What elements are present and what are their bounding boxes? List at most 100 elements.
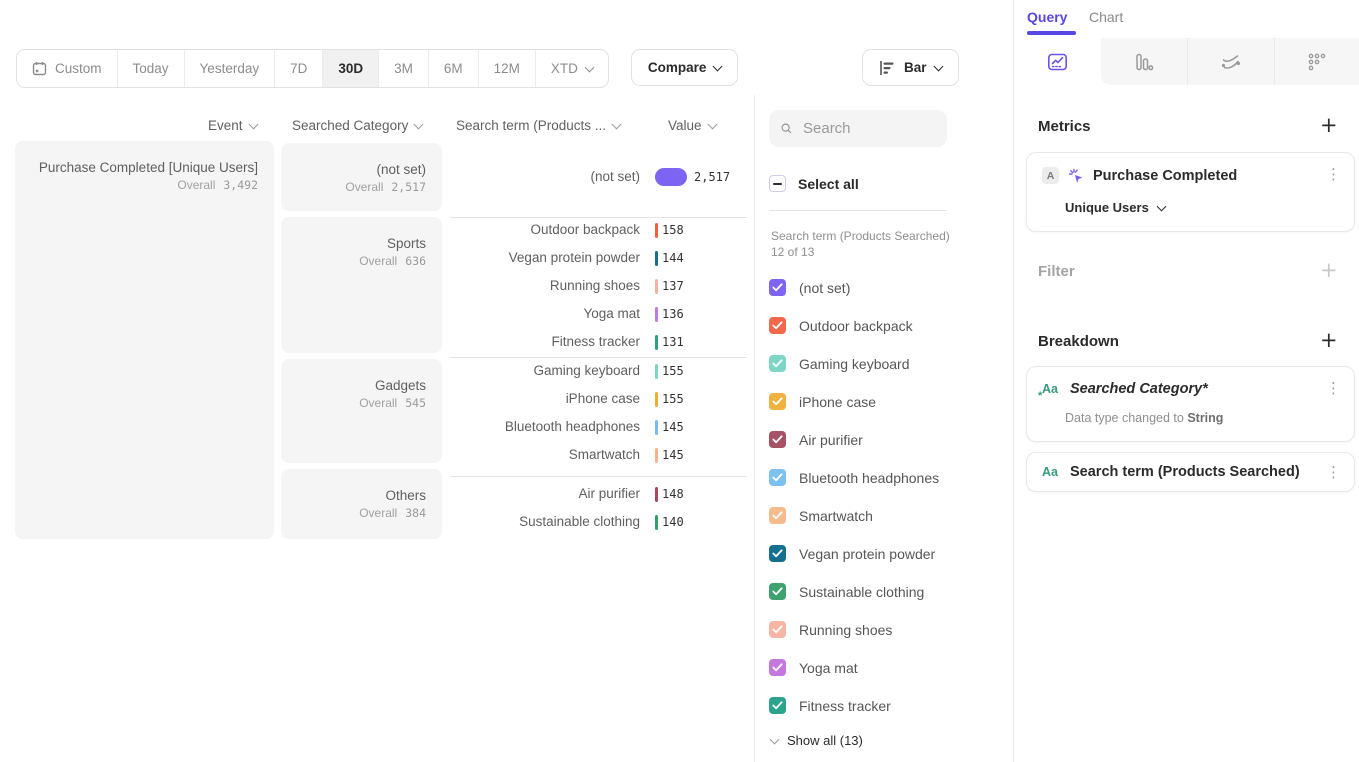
add-breakdown-button[interactable]: +: [1320, 330, 1338, 350]
legend-item-vegan-protein-powder[interactable]: Vegan protein powder: [769, 545, 935, 562]
table-row[interactable]: Yoga mat 136: [450, 300, 750, 328]
search-input[interactable]: [801, 119, 935, 138]
legend-item-yoga-mat[interactable]: Yoga mat: [769, 659, 858, 676]
value-text: 145: [662, 420, 684, 434]
metric-options-menu[interactable]: ⋮: [1326, 165, 1341, 183]
date-range-6m[interactable]: 6M: [429, 50, 479, 87]
legend-item--not-set-[interactable]: (not set): [769, 279, 850, 296]
select-all-toggle[interactable]: Select all: [769, 175, 859, 192]
chevron-down-icon: [414, 120, 424, 130]
tab-query[interactable]: Query: [1027, 9, 1067, 25]
colored-checkbox[interactable]: [769, 469, 786, 486]
colored-checkbox[interactable]: [769, 621, 786, 638]
date-range-today[interactable]: Today: [118, 50, 185, 87]
table-row[interactable]: Gaming keyboard 155: [450, 357, 750, 385]
legend-item-bluetooth-headphones[interactable]: Bluetooth headphones: [769, 469, 939, 486]
colored-checkbox[interactable]: [769, 583, 786, 600]
search-term-label: Air purifier: [450, 486, 640, 501]
table-row[interactable]: Outdoor backpack 158: [450, 216, 750, 244]
table-row[interactable]: Fitness tracker 131: [450, 328, 750, 356]
date-range-label: 6M: [444, 61, 463, 76]
add-filter-button[interactable]: +: [1320, 260, 1338, 280]
value-text: 158: [662, 223, 684, 237]
legend-item-air-purifier[interactable]: Air purifier: [769, 431, 863, 448]
category-name: (not set): [291, 161, 426, 178]
legend-search[interactable]: [769, 110, 947, 147]
header-value[interactable]: Value: [668, 118, 716, 133]
checkmark-icon: [772, 663, 783, 672]
legend-item-label: Fitness tracker: [799, 698, 891, 714]
value-bar: [655, 251, 658, 266]
date-range-yesterday[interactable]: Yesterday: [185, 50, 276, 87]
show-all-link[interactable]: Show all (13): [771, 733, 863, 748]
date-range-custom[interactable]: Custom: [17, 50, 118, 87]
chevron-down-icon: [248, 120, 258, 130]
category-cell[interactable]: (not set) Overall2,517: [281, 143, 442, 211]
table-row[interactable]: Running shoes 137: [450, 272, 750, 300]
legend-item-sustainable-clothing[interactable]: Sustainable clothing: [769, 583, 924, 600]
category-cell[interactable]: Sports Overall636: [281, 217, 442, 353]
colored-checkbox[interactable]: [769, 393, 786, 410]
colored-checkbox[interactable]: [769, 507, 786, 524]
breakdown-card-search-term[interactable]: Aa Search term (Products Searched) ⋮: [1026, 452, 1355, 492]
table-row[interactable]: iPhone case 155: [450, 385, 750, 413]
table-row[interactable]: (not set) 2,517: [450, 163, 750, 191]
category-cell[interactable]: Gadgets Overall545: [281, 359, 442, 463]
breakdown-options-menu[interactable]: ⋮: [1326, 379, 1341, 397]
date-range-12m[interactable]: 12M: [479, 50, 536, 87]
measure-dropdown[interactable]: Unique Users: [1065, 200, 1165, 215]
legend-item-smartwatch[interactable]: Smartwatch: [769, 507, 873, 524]
chart-type-label: Bar: [904, 60, 927, 75]
date-range-30d[interactable]: 30D: [323, 50, 379, 87]
tab-funnels[interactable]: [1101, 38, 1188, 85]
colored-checkbox[interactable]: [769, 355, 786, 372]
header-searched-category[interactable]: Searched Category: [292, 118, 422, 133]
select-all-label: Select all: [798, 176, 859, 192]
colored-checkbox[interactable]: [769, 317, 786, 334]
tab-flows[interactable]: [1187, 38, 1274, 85]
table-row[interactable]: Sustainable clothing 140: [450, 508, 750, 536]
legend-item-label: iPhone case: [799, 394, 876, 410]
value-bar: [655, 168, 687, 186]
table-row[interactable]: Vegan protein powder 144: [450, 244, 750, 272]
header-event[interactable]: Event: [208, 118, 257, 133]
table-row[interactable]: Bluetooth headphones 145: [450, 413, 750, 441]
checkmark-icon: [772, 397, 783, 406]
category-overall: Overall636: [291, 254, 426, 268]
tab-retention[interactable]: [1274, 38, 1359, 85]
checkmark-icon: [772, 359, 783, 368]
legend-item-running-shoes[interactable]: Running shoes: [769, 621, 892, 638]
table-row[interactable]: Smartwatch 145: [450, 441, 750, 469]
date-range-xtd[interactable]: XTD: [536, 50, 608, 87]
date-range-3m[interactable]: 3M: [379, 50, 429, 87]
breakdown-card-searched-category[interactable]: Aa* Searched Category* ⋮ Data type chang…: [1026, 366, 1355, 442]
colored-checkbox[interactable]: [769, 697, 786, 714]
legend-item-gaming-keyboard[interactable]: Gaming keyboard: [769, 355, 910, 372]
metric-card[interactable]: A Purchase Completed ⋮ Unique Users: [1026, 152, 1355, 232]
colored-checkbox[interactable]: [769, 659, 786, 676]
legend-item-label: Outdoor backpack: [799, 318, 913, 334]
add-metric-button[interactable]: +: [1320, 115, 1338, 135]
date-range-7d[interactable]: 7D: [275, 50, 323, 87]
category-cell[interactable]: Others Overall384: [281, 469, 442, 539]
header-search-term[interactable]: Search term (Products ...: [456, 118, 620, 133]
value-text: 155: [662, 392, 684, 406]
colored-checkbox[interactable]: [769, 545, 786, 562]
breakdown-title: Breakdown: [1038, 333, 1119, 350]
tab-insights[interactable]: [1014, 38, 1101, 85]
segment-legend-panel: Select all Search term (Products Searche…: [754, 95, 1013, 762]
legend-item-fitness-tracker[interactable]: Fitness tracker: [769, 697, 891, 714]
tab-chart[interactable]: Chart: [1089, 9, 1123, 25]
colored-checkbox[interactable]: [769, 279, 786, 296]
breakdown-options-menu[interactable]: ⋮: [1326, 463, 1341, 481]
legend-item-outdoor-backpack[interactable]: Outdoor backpack: [769, 317, 913, 334]
chart-type-button[interactable]: Bar: [862, 49, 959, 86]
event-cell[interactable]: Purchase Completed [Unique Users] Overal…: [15, 141, 274, 539]
search-term-label: (not set): [450, 169, 640, 184]
legend-item-label: Sustainable clothing: [799, 584, 924, 600]
legend-item-iphone-case[interactable]: iPhone case: [769, 393, 876, 410]
table-row[interactable]: Air purifier 148: [450, 480, 750, 508]
value-bar: [655, 364, 658, 379]
compare-button[interactable]: Compare: [631, 49, 739, 86]
colored-checkbox[interactable]: [769, 431, 786, 448]
